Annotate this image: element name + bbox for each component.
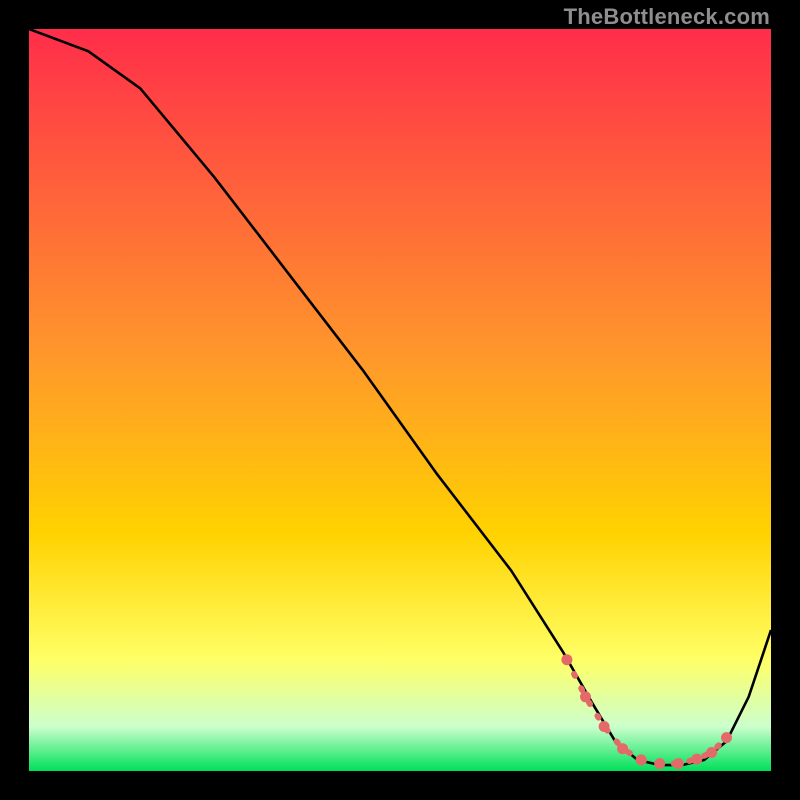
optimal-marker [654, 758, 665, 769]
optimal-marker [580, 691, 591, 702]
optimal-marker [561, 654, 572, 665]
plot-area [29, 29, 771, 771]
optimal-marker [721, 732, 732, 743]
optimal-marker [706, 747, 717, 758]
chart-frame: TheBottleneck.com [0, 0, 800, 800]
gradient-background [29, 29, 771, 771]
optimal-marker [599, 721, 610, 732]
optimal-marker [673, 758, 684, 769]
optimal-marker [691, 754, 702, 765]
optimal-marker [617, 743, 628, 754]
chart-svg [29, 29, 771, 771]
optimal-marker [636, 754, 647, 765]
watermark-text: TheBottleneck.com [564, 4, 770, 30]
